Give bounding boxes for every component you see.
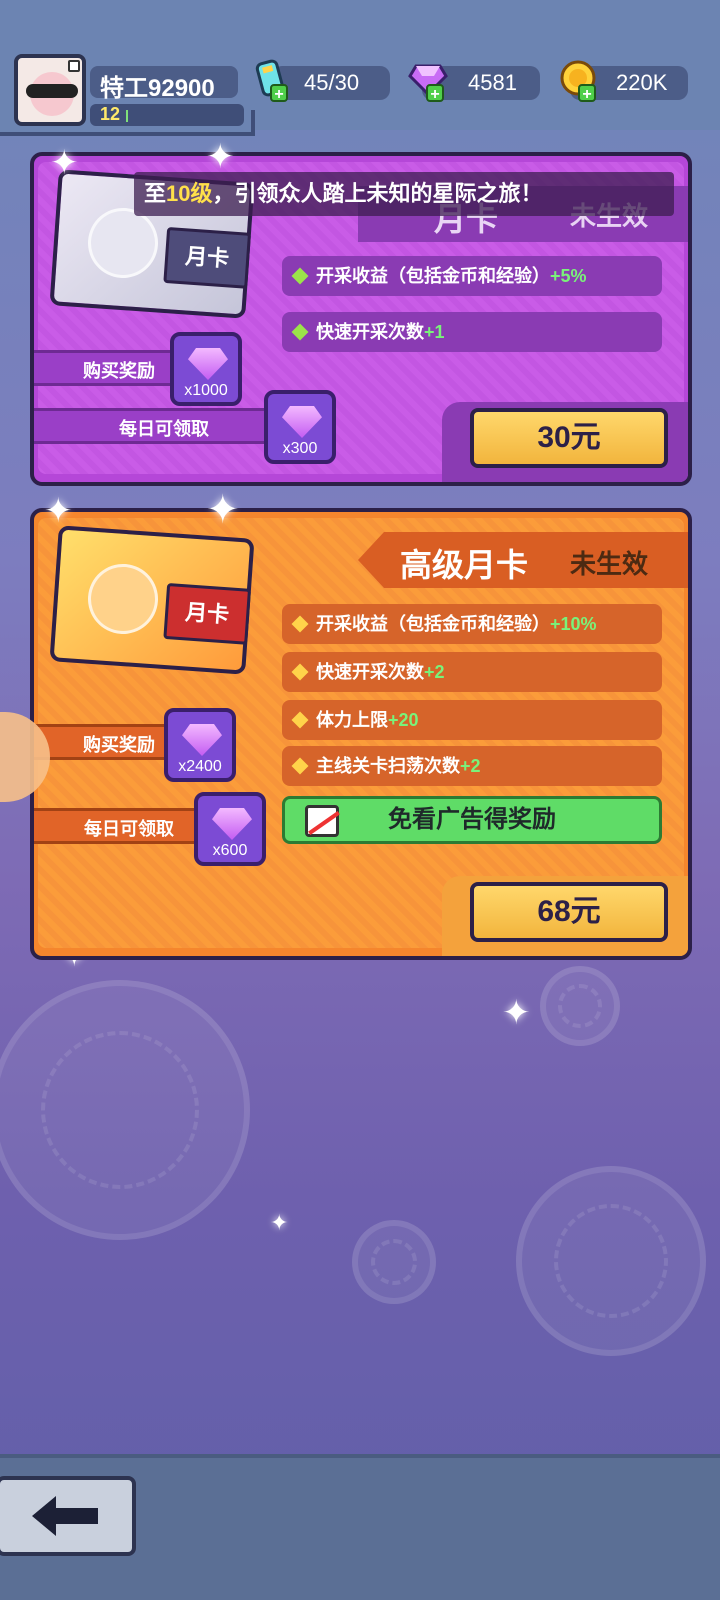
bottom-bar: [0, 1454, 720, 1600]
avatar-badge-icon: [68, 60, 80, 72]
background-planet: [352, 1220, 436, 1304]
card-art-label: 月卡: [163, 583, 252, 645]
add-gems-button[interactable]: +: [426, 84, 444, 103]
add-stamina-button[interactable]: +: [270, 84, 288, 103]
benefit-bonus: +20: [388, 710, 419, 730]
daily-reward-gem-tile[interactable]: x300: [264, 390, 336, 464]
background-planet: [0, 980, 250, 1240]
buy-premium-card-button[interactable]: 68元: [470, 882, 668, 942]
no-ad-reward-button[interactable]: 免看广告得奖励: [282, 796, 662, 844]
gem-icon: [188, 348, 228, 380]
daily-reward-row: 每日可领取: [34, 408, 294, 444]
background-planet: [516, 1166, 706, 1356]
purchase-reward-label: 购买奖励: [83, 735, 155, 755]
diamond-bullet-icon: [291, 323, 309, 341]
gem-icon: [282, 406, 322, 438]
gem-icon: [212, 808, 252, 840]
notice-prefix: 至: [144, 181, 167, 206]
notice-level: 10级: [166, 181, 213, 206]
benefit-bonus: +2: [424, 662, 445, 682]
benefit-text: 体力上限: [316, 710, 388, 730]
daily-reward-count: x300: [282, 440, 318, 457]
purchase-reward-label: 购买奖励: [83, 361, 155, 381]
back-button[interactable]: [0, 1476, 136, 1556]
diamond-bullet-icon: [291, 757, 309, 775]
benefit-item: 快速开采次数+2: [282, 652, 662, 692]
daily-reward-gem-tile[interactable]: x600: [194, 792, 266, 866]
diamond-bullet-icon: [291, 615, 309, 633]
gem-icon: [182, 724, 222, 756]
daily-reward-count: x600: [212, 842, 248, 859]
player-level: 12: [100, 104, 121, 124]
benefit-item: 开采收益（包括金币和经验）+10%: [282, 604, 662, 644]
no-ad-label: 免看广告得奖励: [388, 806, 556, 833]
benefit-text: 开采收益（包括金币和经验）: [316, 266, 550, 286]
player-name: 特工92900: [100, 75, 215, 102]
background-planet: [540, 966, 620, 1046]
benefit-item: 体力上限+20: [282, 700, 662, 740]
diamond-bullet-icon: [291, 267, 309, 285]
purchase-reward-gem-tile[interactable]: x1000: [170, 332, 242, 406]
gold-value: 220K: [616, 70, 668, 95]
benefit-bonus: +5%: [550, 266, 587, 286]
avatar-glasses: [26, 84, 78, 98]
daily-reward-label: 每日可领取: [84, 819, 174, 839]
benefit-item: 主线关卡扫荡次数+2: [282, 746, 662, 786]
bunny-agent-icon: [85, 205, 161, 281]
sparkle-icon: ✦: [270, 1210, 289, 1235]
benefit-text: 快速开采次数: [316, 322, 424, 342]
premium-card-art: 月卡: [49, 525, 255, 675]
bunny-agent-icon: [85, 561, 161, 637]
premium-card-title: 高级月卡: [400, 547, 529, 583]
daily-reward-label: 每日可领取: [119, 419, 209, 439]
sparkle-icon: ✦: [206, 138, 235, 176]
benefit-text: 快速开采次数: [316, 662, 424, 682]
buy-monthly-card-button[interactable]: 30元: [470, 408, 668, 468]
avatar[interactable]: [14, 54, 86, 126]
card-art-label: 月卡: [163, 227, 252, 289]
diamond-bullet-icon: [291, 711, 309, 729]
diamond-bullet-icon: [291, 663, 309, 681]
sparkle-icon: ✦: [206, 488, 240, 532]
sparkle-icon: ✦: [50, 144, 79, 182]
purchase-reward-count: x2400: [178, 758, 222, 775]
no-ad-icon: [305, 805, 339, 837]
benefit-bonus: +1: [424, 322, 445, 342]
add-gold-button[interactable]: +: [578, 84, 596, 103]
benefit-item: 快速开采次数+1: [282, 312, 662, 352]
scrolling-notice: 至10级，引领众人踏上未知的星际之旅！: [134, 172, 674, 216]
purchase-reward-gem-tile[interactable]: x2400: [164, 708, 236, 782]
level-progress-bar: [126, 110, 128, 122]
benefit-bonus: +2: [460, 756, 481, 776]
monthly-card-panel: 月卡 月卡 未生效 至10级，引领众人踏上未知的星际之旅！ 开采收益（包括金币和…: [30, 152, 692, 486]
premium-card-panel: 月卡 高级月卡 未生效 开采收益（包括金币和经验）+10% 快速开采次数+2 体…: [30, 508, 692, 960]
purchase-reward-count: x1000: [184, 382, 228, 399]
back-arrow-icon: [32, 1496, 98, 1536]
sparkle-icon: ✦: [502, 994, 531, 1032]
stamina-value: 45/30: [304, 70, 360, 95]
benefit-text: 主线关卡扫荡次数: [316, 756, 460, 776]
notice-suffix: ，引领众人踏上未知的星际之旅！: [212, 181, 543, 206]
premium-card-status: 未生效: [570, 549, 649, 579]
benefit-text: 开采收益（包括金币和经验）: [316, 614, 550, 634]
sparkle-icon: ✦: [44, 492, 73, 530]
benefit-item: 开采收益（包括金币和经验）+5%: [282, 256, 662, 296]
gems-value: 4581: [468, 70, 517, 95]
benefit-bonus: +10%: [550, 614, 597, 634]
